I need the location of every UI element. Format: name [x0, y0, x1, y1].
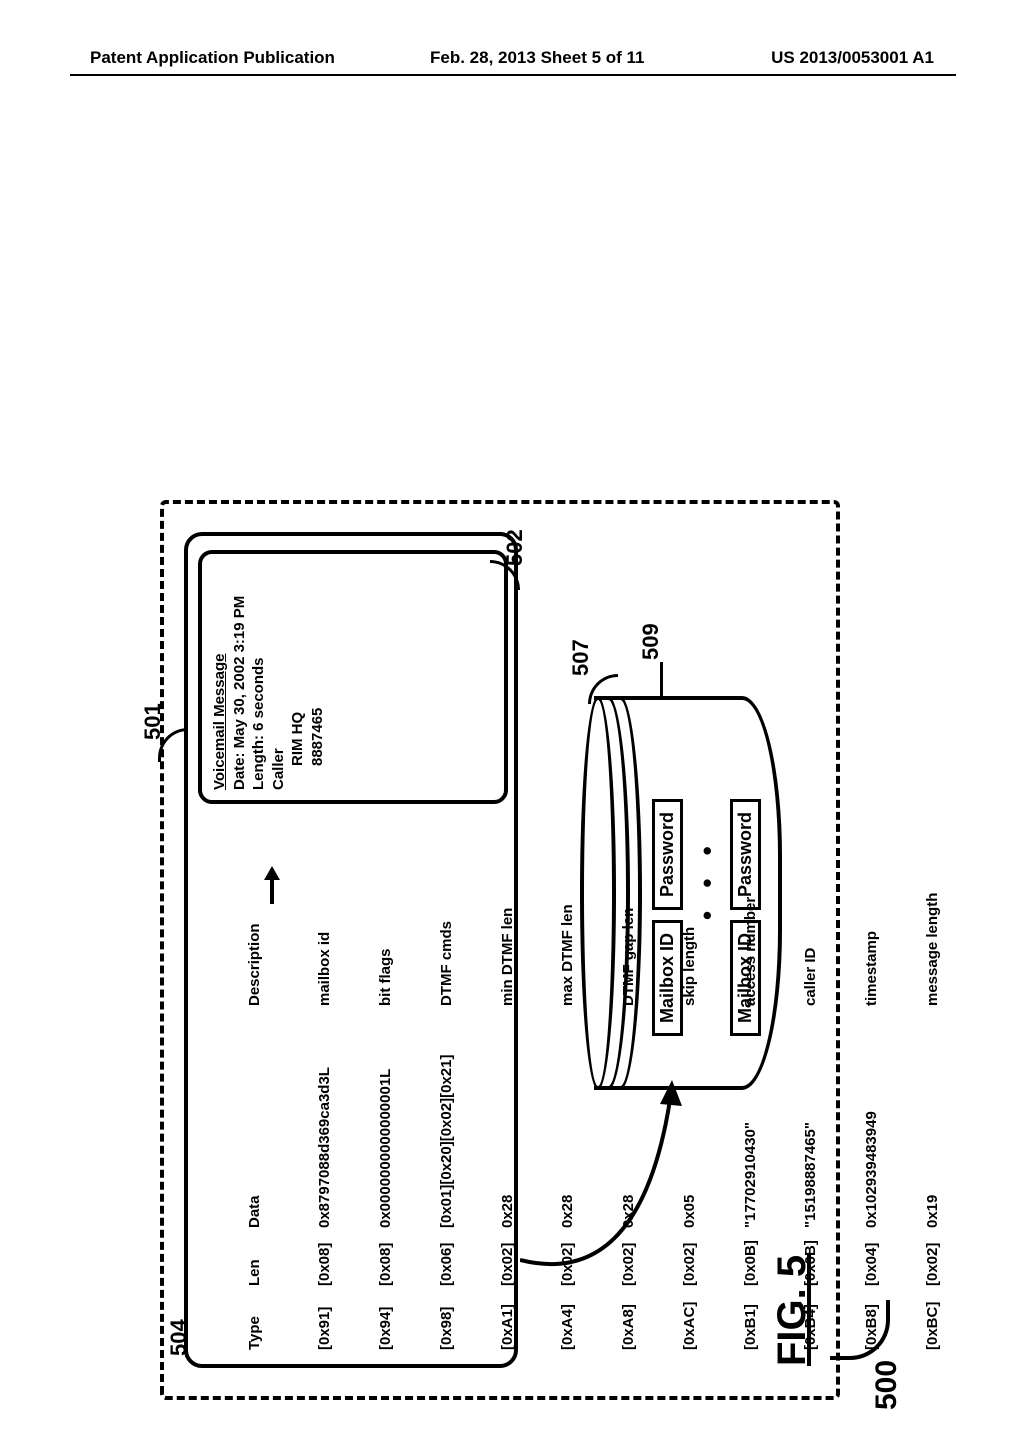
message-date: Date: May 30, 2002 3:19 PM	[230, 564, 250, 790]
table-row: [0xB8][0x04]0x102939483949timestamp	[862, 870, 882, 1350]
table-row: [0xBC][0x02]0x19message length	[923, 870, 943, 1350]
table-row: [0x91][0x08]0x8797088d369ca3d3Lmailbox i…	[315, 870, 335, 1350]
db-ellipsis: • • •	[692, 838, 723, 920]
table-row: [0xA1][0x02]0x28min DTMF len	[498, 870, 518, 1350]
col-data: Data	[245, 1006, 265, 1228]
caller-name: RIM HQ	[288, 564, 308, 790]
db-record-n: Mailbox ID Password	[730, 799, 761, 1036]
figure-label: FIG. 5	[770, 1255, 815, 1366]
password-cell: Password	[652, 799, 683, 910]
database-cylinder: Mailbox ID Password • • • Mailbox ID Pas…	[580, 696, 800, 1090]
header-divider	[70, 74, 956, 76]
table-row: [0x94][0x08]0x0000000000000001Lbit flags	[376, 870, 396, 1350]
mailbox-id-cell: Mailbox ID	[652, 920, 683, 1036]
ref-509-leader	[660, 662, 663, 698]
table-row: [0x98][0x06][0x01][0x20][0x02][0x21]DTMF…	[437, 870, 457, 1350]
figure-area: 500 501 504 Type Len Data Description [0…	[140, 190, 900, 1150]
mailbox-id-cell: Mailbox ID	[730, 920, 761, 1036]
col-desc: Description	[245, 870, 265, 1006]
header-left: Patent Application Publication	[90, 48, 335, 68]
ref-502: 502	[502, 529, 528, 566]
db-record-1: Mailbox ID Password	[652, 799, 683, 1036]
password-cell: Password	[730, 799, 761, 910]
arrow-501-to-db	[520, 1070, 700, 1290]
message-length: Length: 6 seconds	[249, 564, 269, 790]
ref-501: 501	[140, 703, 166, 740]
box-501: Type Len Data Description [0x91][0x08]0x…	[184, 532, 518, 1368]
header-center: Feb. 28, 2013 Sheet 5 of 11	[430, 48, 645, 68]
col-type: Type	[245, 1286, 265, 1350]
voicemail-message-box-502: Voicemail Message Date: May 30, 2002 3:1…	[198, 550, 508, 804]
caller-label: Caller	[269, 564, 289, 790]
ref-500: 500	[870, 1360, 904, 1410]
ref-507: 507	[568, 639, 594, 676]
col-len: Len	[245, 1228, 265, 1286]
message-title: Voicemail Message	[210, 564, 230, 790]
caller-number: 8887465	[308, 564, 328, 790]
ref-509: 509	[638, 623, 664, 660]
header-right: US 2013/0053001 A1	[771, 48, 934, 68]
